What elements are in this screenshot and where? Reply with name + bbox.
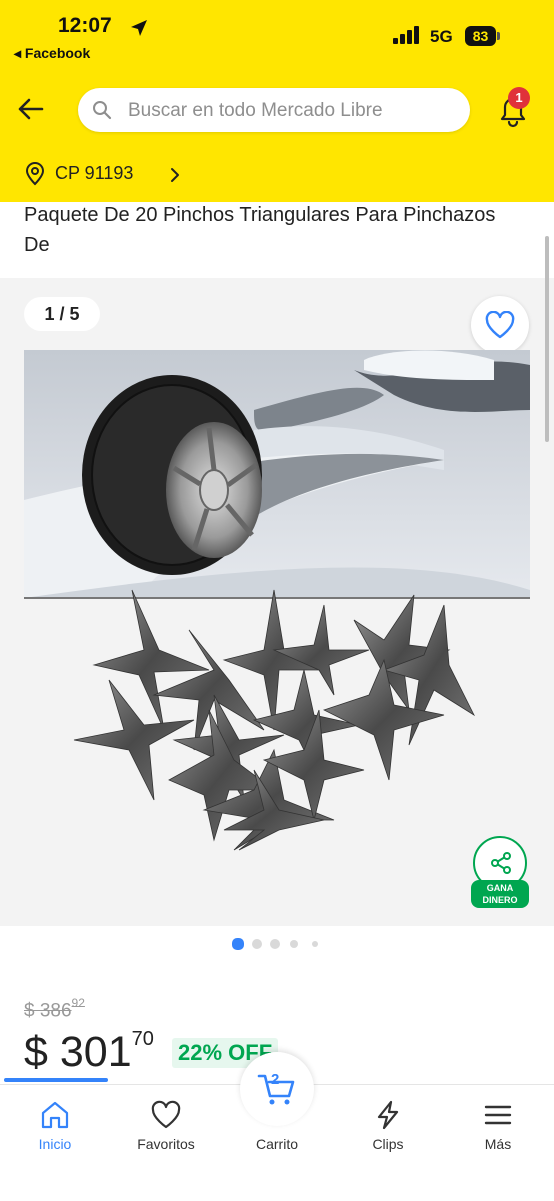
share-icon <box>491 852 511 874</box>
product-title: Paquete De 20 Pinchos Triangulares Para … <box>24 204 496 256</box>
back-to-app-link[interactable]: ◂ Facebook <box>14 45 90 62</box>
carousel-dot[interactable] <box>312 941 318 947</box>
location-pin-icon <box>25 162 45 186</box>
share-earn-button[interactable]: GANA DINERO <box>471 836 531 910</box>
notification-badge: 1 <box>508 87 530 109</box>
back-arrow-icon[interactable] <box>14 92 48 126</box>
product-image <box>24 350 530 851</box>
search-placeholder: Buscar en todo Mercado Libre <box>128 100 383 121</box>
menu-icon <box>484 1105 512 1125</box>
scrollbar[interactable] <box>545 236 549 442</box>
nav-more[interactable]: Más <box>453 1100 543 1158</box>
search-icon <box>93 101 112 120</box>
cell-signal-icon <box>393 26 419 44</box>
cart-count: 2 <box>271 1071 280 1088</box>
page-progress-bar <box>4 1078 108 1082</box>
nav-cart[interactable] <box>240 1052 314 1126</box>
nav-cart-label: Carrito <box>255 1136 298 1152</box>
current-price: $ 30170 <box>24 1027 154 1076</box>
chevron-right-icon <box>171 168 179 182</box>
battery-icon: 83 <box>465 26 501 46</box>
lightning-icon <box>377 1100 399 1130</box>
favorite-button[interactable] <box>471 296 529 354</box>
nav-home-label: Inicio <box>38 1136 72 1152</box>
network-type: 5G <box>430 27 453 46</box>
carousel-dot[interactable] <box>252 939 262 949</box>
battery-level: 83 <box>465 26 496 46</box>
heart-icon <box>151 1100 181 1129</box>
image-counter: 1 / 5 <box>24 297 100 331</box>
location-arrow-icon <box>131 20 147 36</box>
home-icon <box>41 1101 69 1129</box>
share-earn-label: GANA DINERO <box>471 880 529 908</box>
nav-favorites-label: Favoritos <box>137 1136 195 1152</box>
search-bar[interactable]: Buscar en todo Mercado Libre <box>78 88 470 132</box>
nav-more-label: Más <box>484 1136 512 1152</box>
nav-clips-label: Clips <box>372 1136 404 1152</box>
carousel-dot-active[interactable] <box>232 938 244 950</box>
nav-favorites[interactable]: Favoritos <box>121 1100 211 1158</box>
carousel-dot[interactable] <box>270 939 280 949</box>
carousel-dot[interactable] <box>290 940 298 948</box>
nav-clips[interactable]: Clips <box>343 1100 433 1158</box>
nav-home[interactable]: Inicio <box>10 1100 100 1158</box>
postal-code-text: CP 91193 <box>55 163 134 183</box>
status-time: 12:07 <box>58 14 112 37</box>
heart-icon <box>485 311 515 339</box>
original-price: $ 38692 <box>24 996 85 1022</box>
